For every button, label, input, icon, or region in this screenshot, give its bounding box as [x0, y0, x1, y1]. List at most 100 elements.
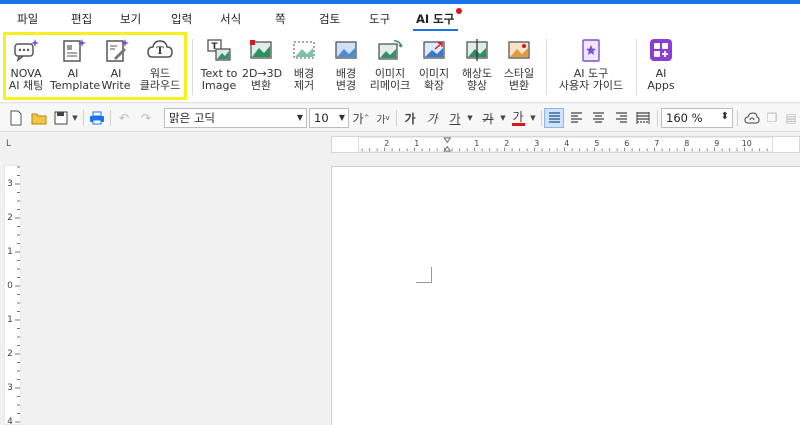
- printer-icon: [90, 111, 104, 125]
- image-expand-icon: [423, 41, 445, 59]
- toolbar-separator: [396, 110, 397, 126]
- menu-tools[interactable]: 도구: [369, 11, 390, 27]
- menu-page[interactable]: 쪽: [275, 11, 286, 27]
- font-color-dropdown[interactable]: ▼: [528, 108, 538, 128]
- distribute-button[interactable]: [633, 108, 653, 128]
- upscale-label: 해상도 향상: [461, 67, 493, 92]
- upscale-resolution-button[interactable]: 해상도 향상: [458, 31, 496, 103]
- zoom-value: 160 %: [666, 111, 703, 125]
- ruler-label: 1: [7, 315, 13, 325]
- chevron-down-icon: ▼: [72, 114, 78, 122]
- ai-tools-guide-label: AI 도구 사용자 가이드: [558, 67, 624, 92]
- print-button[interactable]: [87, 108, 107, 128]
- align-center-icon: [592, 112, 604, 123]
- font-color-button[interactable]: 가: [510, 108, 526, 128]
- cloud-sync-icon: [744, 112, 760, 124]
- menu-ai-tools[interactable]: AI 도구: [416, 11, 454, 27]
- save-disk-icon: [54, 111, 68, 125]
- ruler-label: 4: [7, 417, 13, 425]
- upscale-icon: [466, 39, 488, 61]
- 2d-to-3d-button[interactable]: 2D→3D 변환: [242, 31, 283, 103]
- open-folder-button[interactable]: [29, 108, 49, 128]
- style-transform-label: 스타일 변환: [503, 67, 535, 92]
- copy-icon: ❐: [766, 111, 778, 125]
- align-right-icon: [615, 112, 627, 123]
- save-button[interactable]: [52, 108, 70, 128]
- new-document-button[interactable]: [6, 108, 26, 128]
- italic-button[interactable]: 가: [424, 108, 440, 128]
- image-expand-button[interactable]: 이미지 확장: [415, 31, 453, 103]
- ribbon-separator: [192, 39, 193, 95]
- decrease-font-label: 가: [376, 114, 386, 126]
- toolbar-separator: [83, 110, 84, 126]
- new-document-icon: [10, 110, 22, 126]
- bold-label: 가: [404, 111, 416, 126]
- image-expand-label: 이미지 확장: [418, 67, 450, 92]
- menu-file[interactable]: 파일: [17, 11, 38, 27]
- spinner-icon: ⬍: [720, 111, 729, 122]
- text-to-image-button[interactable]: T Text to Image: [199, 31, 239, 103]
- strikethrough-button[interactable]: 가: [480, 108, 496, 128]
- toolbar-separator: [737, 110, 738, 126]
- ruler-label: 6: [624, 139, 629, 148]
- undo-icon: ↶: [118, 111, 130, 125]
- undo-button[interactable]: ↶: [115, 108, 133, 128]
- ruler-label: 10: [742, 139, 752, 148]
- strikethrough-dropdown[interactable]: ▼: [498, 108, 508, 128]
- highlight-box: [3, 32, 187, 100]
- decrease-font-button[interactable]: 가v: [375, 108, 391, 128]
- ruler-label: 1: [7, 247, 13, 257]
- ai-tools-guide-button[interactable]: AI 도구 사용자 가이드: [552, 31, 630, 103]
- ruler-label: 1: [474, 139, 479, 148]
- bold-button[interactable]: 가: [402, 108, 418, 128]
- ribbon-separator: [546, 39, 547, 95]
- italic-label: 가: [426, 111, 438, 126]
- horizontal-ruler[interactable]: 2 1 1 2 3 4 5 6 7 8 9 10: [331, 136, 800, 153]
- down-caret-icon: v: [385, 114, 390, 122]
- change-background-label: 배경 변경: [335, 67, 357, 92]
- menu-format[interactable]: 서식: [220, 11, 241, 27]
- zoom-select[interactable]: 160 % ⬍: [661, 108, 733, 128]
- menu-view[interactable]: 보기: [120, 11, 141, 27]
- image-remake-button[interactable]: 이미지 리메이크: [367, 31, 413, 103]
- change-background-icon: [335, 41, 357, 59]
- redo-button[interactable]: ↷: [137, 108, 155, 128]
- ai-apps-button[interactable]: AI Apps: [642, 31, 680, 103]
- ruler-label: 8: [684, 139, 689, 148]
- font-name-value: 맑은 고딕: [169, 111, 215, 125]
- text-to-image-icon: T: [207, 39, 231, 61]
- menu-edit[interactable]: 편집: [71, 11, 92, 27]
- align-left-button[interactable]: [566, 108, 586, 128]
- menu-review[interactable]: 검토: [319, 11, 340, 27]
- document-page[interactable]: [331, 166, 800, 425]
- save-dropdown[interactable]: ▼: [70, 108, 80, 128]
- increase-font-button[interactable]: 가 ^: [353, 108, 370, 128]
- formatting-toolbar: ▼ ↶ ↷ 맑은 고딕 ▼ 10 ▼ 가 ^ 가v 가 가 가 ▼ 가 ▼ 가 ▼: [0, 104, 800, 132]
- align-center-button[interactable]: [588, 108, 608, 128]
- align-right-button[interactable]: [611, 108, 631, 128]
- vertical-ruler[interactable]: 3 2 1 0 1 2 3 4: [4, 165, 21, 425]
- underline-dropdown[interactable]: ▼: [465, 108, 475, 128]
- ruler-corner[interactable]: L: [6, 139, 16, 149]
- ruler-label: 9: [714, 139, 719, 148]
- underline-button[interactable]: 가: [447, 108, 463, 128]
- font-size-value: 10: [314, 111, 329, 125]
- ruler-label: 0: [7, 281, 13, 291]
- copy-button[interactable]: ❐: [764, 108, 780, 128]
- font-size-select[interactable]: 10 ▼: [309, 108, 349, 128]
- change-background-button[interactable]: 배경 변경: [327, 31, 365, 103]
- style-transform-button[interactable]: 스타일 변환: [499, 31, 539, 103]
- apps-grid-icon: [650, 39, 672, 61]
- folder-icon: [31, 113, 47, 125]
- 2d-to-3d-label: 2D→3D 변환: [242, 67, 283, 92]
- remove-background-button[interactable]: 배경 제거: [285, 31, 323, 103]
- paste-button[interactable]: ▤: [783, 108, 799, 128]
- ruler-label: 5: [594, 139, 599, 148]
- align-justify-button[interactable]: [544, 108, 564, 128]
- clipboard-icon: ▤: [785, 111, 797, 125]
- chevron-down-icon: ▼: [467, 114, 473, 122]
- font-name-select[interactable]: 맑은 고딕 ▼: [164, 108, 307, 128]
- menu-insert[interactable]: 입력: [171, 11, 192, 27]
- distribute-icon: [636, 112, 650, 124]
- cloud-sync-button[interactable]: [742, 108, 762, 128]
